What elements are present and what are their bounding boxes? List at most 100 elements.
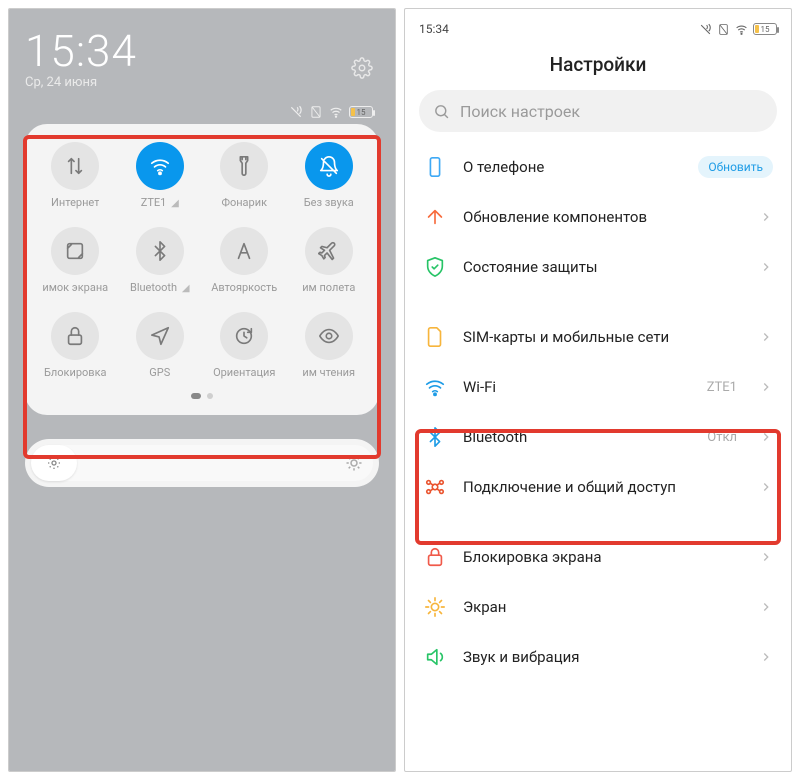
qs-tile-bluetooth[interactable]: Bluetooth ◢	[118, 227, 203, 294]
settings-row-display[interactable]: Экран	[405, 582, 791, 632]
flashlight-icon	[220, 142, 268, 190]
settings-row-label: Bluetooth	[463, 428, 691, 446]
qs-tile-gps[interactable]: GPS	[118, 312, 203, 379]
settings-row-label: Обновление компонентов	[463, 208, 743, 226]
chevron-right-icon	[759, 650, 773, 664]
settings-row-label: Wi-Fi	[463, 378, 691, 396]
airplane-icon	[305, 227, 353, 275]
battery-icon: 15	[753, 23, 777, 35]
qs-tile-lock[interactable]: Блокировка	[33, 312, 118, 379]
settings-row-value: Откл	[707, 430, 737, 445]
quick-settings-screen: 15:34 Ср, 24 июня 15 Интернет ZTE1 ◢ Фонар…	[8, 8, 396, 772]
settings-row-label: Звук и вибрация	[463, 648, 743, 666]
chevron-right-icon	[759, 430, 773, 444]
qs-tile-label: Блокировка	[44, 366, 107, 379]
qs-tile-label: Фонарик	[221, 196, 267, 209]
settings-row-label: Экран	[463, 598, 743, 616]
eye-icon	[305, 312, 353, 360]
settings-row-components[interactable]: Обновление компонентов	[405, 192, 791, 242]
data-arrows-icon	[51, 142, 99, 190]
qs-tile-wifi[interactable]: ZTE1 ◢	[118, 142, 203, 209]
update-badge[interactable]: Обновить	[698, 156, 773, 178]
qs-tile-label: Без звука	[304, 196, 354, 209]
settings-row-lockscreen[interactable]: Блокировка экрана	[405, 532, 791, 582]
status-icons: 15	[289, 105, 373, 119]
status-time: 15:34	[419, 22, 449, 36]
shield-icon	[423, 255, 447, 279]
qs-tile-label: им чтения	[302, 366, 355, 379]
settings-gear-icon[interactable]	[351, 57, 373, 79]
settings-row-label: Блокировка экрана	[463, 548, 743, 566]
settings-row-about[interactable]: О телефоне Обновить	[405, 142, 791, 192]
settings-row-sim[interactable]: SIM-карты и мобильные сети	[405, 312, 791, 362]
search-input[interactable]: Поиск настроек	[419, 90, 777, 132]
chevron-right-icon	[759, 210, 773, 224]
settings-row-label: О телефоне	[463, 158, 682, 176]
vibrate-icon	[289, 105, 303, 119]
chevron-right-icon	[759, 260, 773, 274]
qs-tile-label: Ориентация	[213, 366, 275, 379]
settings-row-sound[interactable]: Звук и вибрация	[405, 632, 791, 682]
sound-icon	[423, 645, 447, 669]
wifi-icon	[136, 142, 184, 190]
letter-a-icon	[220, 227, 268, 275]
status-bar: 15:34 15	[405, 19, 791, 39]
battery-icon: 15	[349, 106, 373, 118]
quick-settings-panel: Интернет ZTE1 ◢ Фонарик Без звука имок экран…	[25, 124, 379, 415]
qs-tile-screenshot[interactable]: имок экрана	[33, 227, 118, 294]
settings-row-wifi[interactable]: Wi-FiZTE1	[405, 362, 791, 412]
qs-tile-reading[interactable]: им чтения	[287, 312, 372, 379]
settings-screen: 15:34 15 Настройки Поиск настроек О теле…	[404, 8, 792, 772]
qs-tile-label: ZTE1 ◢	[141, 196, 179, 209]
qs-tile-label: Автояркость	[211, 281, 277, 294]
bluetooth-icon	[423, 425, 447, 449]
no-sim-icon	[717, 23, 730, 36]
chevron-right-icon	[759, 550, 773, 564]
chevron-right-icon	[759, 330, 773, 344]
clock-date: Ср, 24 июня	[25, 75, 379, 90]
bluetooth-icon	[136, 227, 184, 275]
sun-high-icon	[345, 454, 363, 472]
qs-tile-autobright[interactable]: Автояркость	[202, 227, 287, 294]
page-title: Настройки	[405, 53, 791, 76]
clock-time: 15:34	[25, 25, 379, 77]
bell-off-icon	[305, 142, 353, 190]
settings-row-security[interactable]: Состояние защиты	[405, 242, 791, 292]
settings-row-bluetooth[interactable]: Bluetooth Откл	[405, 412, 791, 462]
qs-tile-airplane[interactable]: им полета	[287, 227, 372, 294]
qs-tile-flashlight[interactable]: Фонарик	[202, 142, 287, 209]
search-placeholder: Поиск настроек	[460, 102, 580, 121]
qs-tile-label: Bluetooth ◢	[130, 281, 190, 294]
share-icon	[423, 475, 447, 499]
phone-icon	[423, 155, 447, 179]
chevron-right-icon	[759, 600, 773, 614]
qs-tile-label: GPS	[149, 366, 170, 379]
settings-row-label: Подключение и общий доступ	[463, 478, 743, 496]
rotate-lock-icon	[220, 312, 268, 360]
settings-row-label: SIM-карты и мобильные сети	[463, 328, 743, 346]
qs-tile-mute[interactable]: Без звука	[287, 142, 372, 209]
qs-tile-label: им полета	[302, 281, 355, 294]
screenshot-icon	[51, 227, 99, 275]
chevron-right-icon	[759, 480, 773, 494]
chevron-right-icon	[759, 380, 773, 394]
sun-low-icon	[46, 455, 62, 471]
brightness-slider[interactable]	[25, 439, 379, 487]
sun-icon	[423, 595, 447, 619]
wifi-icon	[329, 105, 343, 119]
lock-icon	[51, 312, 99, 360]
sim-icon	[423, 325, 447, 349]
qs-tile-internet[interactable]: Интернет	[33, 142, 118, 209]
nav-arrow-icon	[136, 312, 184, 360]
qs-tile-orientation[interactable]: Ориентация	[202, 312, 287, 379]
qs-tile-label: Интернет	[51, 196, 99, 209]
vibrate-icon	[699, 23, 712, 36]
wifi-icon	[735, 23, 748, 36]
no-sim-icon	[309, 105, 323, 119]
lock-sq-icon	[423, 545, 447, 569]
search-icon	[433, 103, 450, 120]
settings-row-tether[interactable]: Подключение и общий доступ	[405, 462, 791, 512]
wifi-icon	[423, 375, 447, 399]
brightness-thumb[interactable]	[31, 445, 77, 481]
arrow-up-icon	[423, 205, 447, 229]
